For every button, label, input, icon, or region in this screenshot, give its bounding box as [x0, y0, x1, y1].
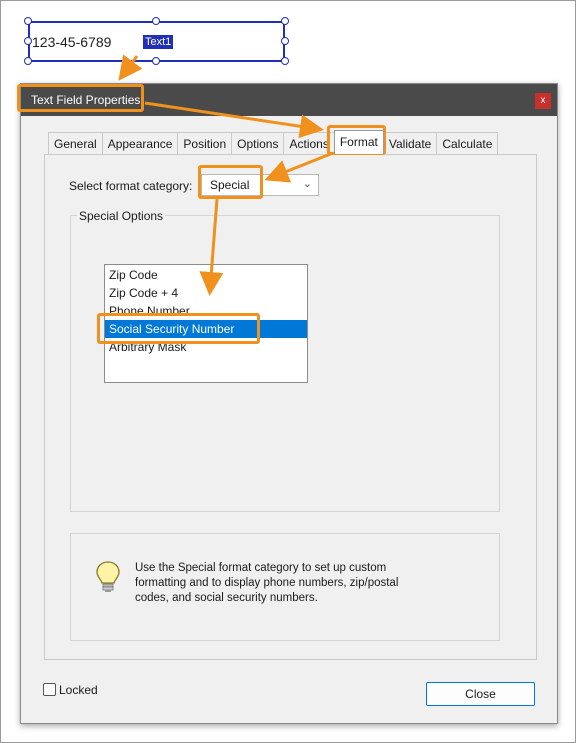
resize-handle[interactable]: [24, 37, 32, 45]
list-item[interactable]: Zip Code: [105, 266, 307, 284]
resize-handle[interactable]: [152, 17, 160, 25]
format-category-label: Select format category:: [69, 179, 193, 193]
info-text: Use the Special format category to set u…: [135, 562, 399, 604]
callout-ssn-highlight: [97, 313, 260, 344]
resize-handle[interactable]: [281, 17, 289, 25]
text-field-properties-dialog: Text Field Properties x General Appearan…: [20, 83, 558, 724]
tab-position[interactable]: Position: [177, 132, 233, 154]
locked-label: Locked: [59, 683, 98, 697]
close-button[interactable]: Close: [426, 682, 535, 706]
resize-handle[interactable]: [281, 57, 289, 65]
tab-options[interactable]: Options: [231, 132, 285, 154]
locked-checkbox[interactable]: [43, 683, 56, 696]
chevron-down-icon: ⌄: [302, 178, 312, 190]
lightbulb-icon: [96, 561, 120, 592]
tab-format[interactable]: Format: [333, 130, 384, 154]
tab-appearance[interactable]: Appearance: [101, 132, 179, 154]
field-value: 123-45-6789: [32, 34, 112, 50]
special-options-label: Special Options: [77, 209, 166, 223]
resize-handle[interactable]: [24, 57, 32, 65]
resize-handle[interactable]: [281, 37, 289, 45]
field-name-tag: Text1: [143, 35, 174, 49]
tab-strip: General Appearance Position Options Acti…: [48, 130, 499, 154]
resize-handle[interactable]: [24, 17, 32, 25]
tab-general[interactable]: General: [48, 132, 103, 154]
tab-calculate[interactable]: Calculate: [436, 132, 499, 154]
close-icon[interactable]: x: [535, 93, 551, 109]
callout-special-highlight: [198, 165, 263, 199]
list-item[interactable]: Zip Code + 4: [105, 284, 307, 302]
callout-title-highlight: [17, 84, 144, 112]
resize-handle[interactable]: [152, 57, 160, 65]
tab-validate[interactable]: Validate: [382, 132, 438, 154]
